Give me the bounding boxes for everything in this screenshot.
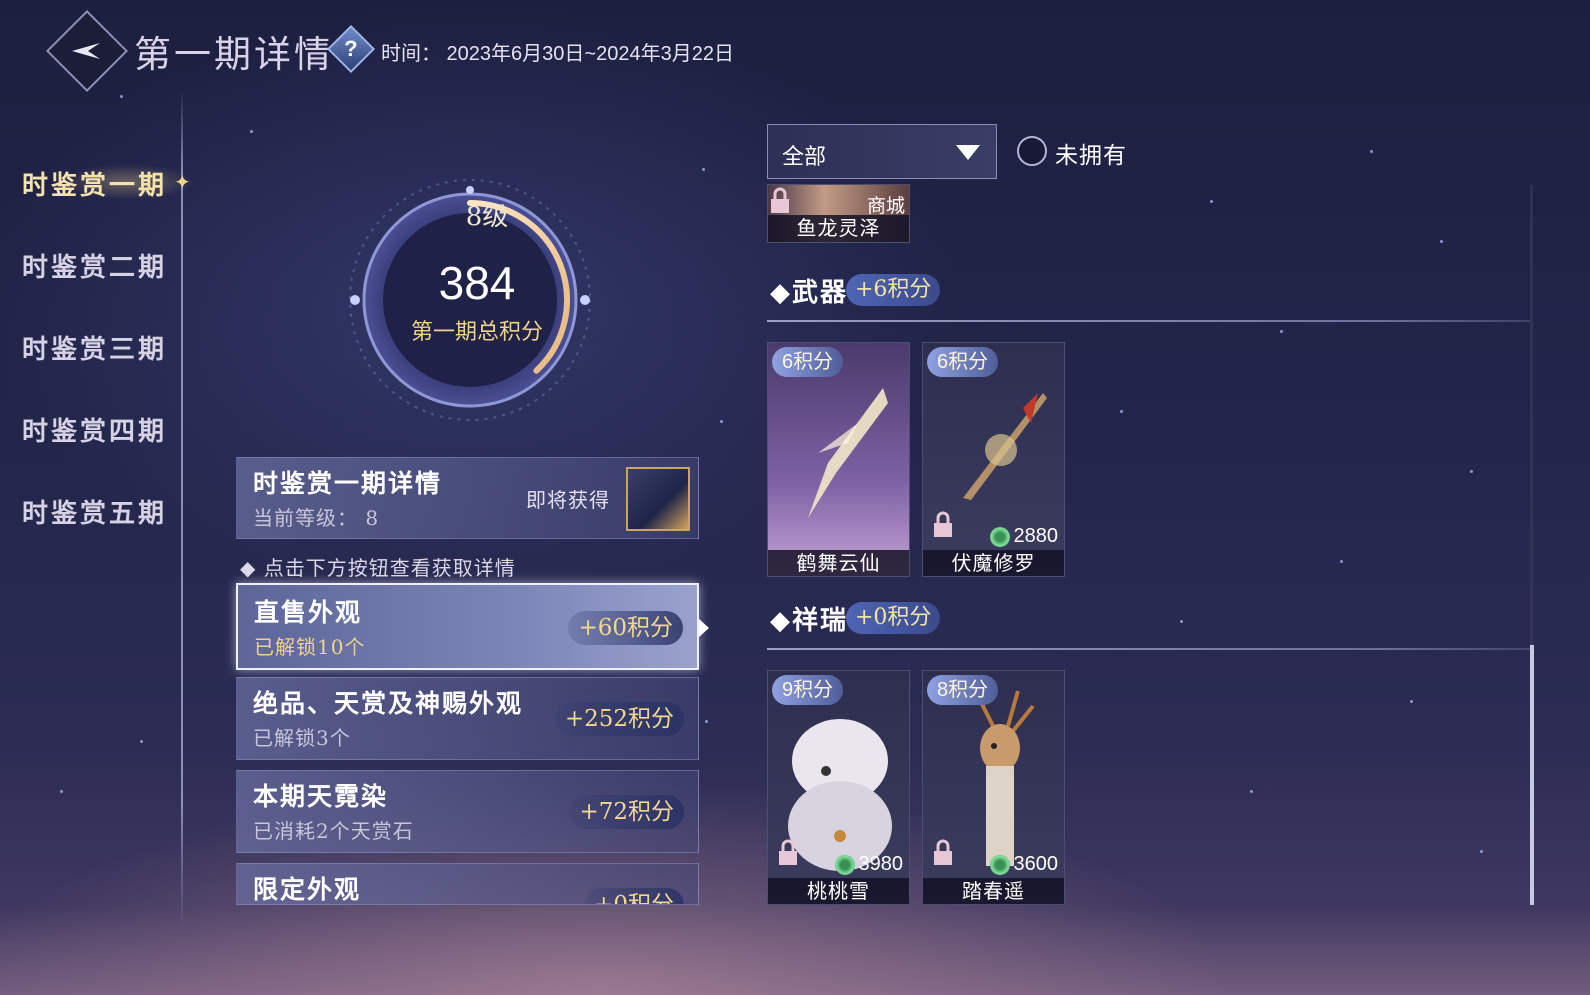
category-direct-sale[interactable]: 直售外观 已解锁10个 +60积分 — [236, 583, 699, 670]
item-price: 2880 — [989, 525, 1058, 548]
item-points: 6积分 — [772, 347, 844, 377]
item-name: 鹤舞云仙 — [768, 550, 909, 576]
category-title: 直售外观 — [254, 598, 363, 627]
current-level: 当前等级： 8 — [253, 506, 380, 530]
item-card-tachunyao[interactable]: 8积分 3600 踏春遥 — [922, 670, 1065, 905]
section-title-weapon: ◆武器 — [770, 278, 849, 308]
category-title: 限定外观 — [253, 875, 362, 904]
item-name: 踏春遥 — [923, 878, 1064, 904]
item-points: 8积分 — [927, 675, 999, 705]
page-title: 第一期详情 — [134, 33, 334, 76]
section-points-weapon: +6积分 — [846, 274, 941, 306]
category-sub: 已解锁10个 — [254, 635, 366, 659]
category-premium[interactable]: 绝品、天赏及神赐外观 已解锁3个 +252积分 — [236, 677, 699, 760]
section-divider — [767, 648, 1530, 650]
nav-divider — [181, 90, 183, 930]
level-label: 8级 — [465, 202, 509, 232]
unowned-label: 未拥有 — [1055, 143, 1127, 169]
lock-icon — [934, 511, 952, 537]
total-score: 384 — [438, 257, 516, 309]
item-name: 鱼龙灵泽 — [768, 215, 909, 242]
item-card-taotaoxue[interactable]: 9积分 3980 桃桃雪 — [767, 670, 910, 905]
hint-text: ◆ 点击下方按钮查看获取详情 — [240, 556, 516, 580]
category-dye[interactable]: 本期天霓染 已消耗2个天赏石 +72积分 — [236, 770, 699, 853]
item-card-fumoxiuluo[interactable]: 6积分 2880 伏魔修罗 — [922, 342, 1065, 577]
jade-currency-icon — [989, 854, 1010, 875]
item-price: 3600 — [989, 853, 1058, 876]
category-points: +72积分 — [569, 795, 684, 829]
nav-item-period-1[interactable]: 时鉴赏一期 — [22, 165, 167, 202]
scrollbar-thumb[interactable] — [1530, 645, 1534, 905]
dropdown-arrow-icon — [956, 145, 980, 160]
category-sub: 已解锁3个 — [253, 726, 351, 750]
category-title: 本期天霓染 — [253, 782, 389, 811]
category-points: +252积分 — [554, 702, 684, 736]
category-sub: 已消耗2个天赏石 — [253, 819, 414, 843]
unowned-radio[interactable] — [1017, 136, 1047, 166]
help-icon[interactable]: ? — [326, 24, 376, 74]
deer-image — [976, 690, 1035, 866]
active-marker-icon: ✦ — [174, 170, 191, 194]
category-points: +60积分 — [568, 611, 683, 645]
item-name: 伏魔修罗 — [923, 550, 1064, 576]
item-card-yulonglingze[interactable]: 商城 鱼龙灵泽 — [767, 184, 910, 243]
section-divider — [767, 320, 1530, 322]
time-range: 时间： 2023年6月30日~2024年3月22日 — [381, 43, 734, 65]
shop-tag: 商城 — [866, 195, 905, 217]
category-points: +0积分 — [584, 888, 684, 904]
total-score-label: 第一期总积分 — [410, 320, 543, 345]
nav-item-period-2[interactable]: 时鉴赏二期 — [22, 247, 167, 284]
jade-currency-icon — [834, 854, 855, 875]
back-arrow-icon — [72, 43, 100, 59]
filter-dropdown[interactable]: 全部 — [767, 124, 997, 179]
category-title: 绝品、天赏及神赐外观 — [253, 689, 524, 718]
nav-item-period-4[interactable]: 时鉴赏四期 — [22, 411, 167, 448]
selected-arrow-icon — [699, 619, 709, 637]
lock-icon — [771, 187, 789, 213]
back-button[interactable] — [45, 9, 129, 93]
weapon-image — [808, 388, 888, 518]
weapon-image — [963, 393, 1047, 500]
lock-icon — [779, 839, 797, 865]
filter-dropdown-value: 全部 — [782, 145, 827, 170]
nav-item-period-3[interactable]: 时鉴赏三期 — [22, 329, 167, 366]
item-card-hewuyunxian[interactable]: 6积分 鹤舞云仙 — [767, 342, 910, 577]
category-limited[interactable]: 限定外观 +0积分 — [236, 863, 699, 905]
upcoming-reward-image[interactable] — [626, 467, 690, 531]
jade-currency-icon — [989, 526, 1010, 547]
section-title-auspicious: ◆祥瑞 — [770, 606, 849, 636]
item-points: 6积分 — [927, 347, 999, 377]
item-price: 3980 — [834, 853, 903, 876]
bottom-glow — [0, 905, 1590, 995]
item-name: 桃桃雪 — [768, 878, 909, 904]
nav-item-period-5[interactable]: 时鉴赏五期 — [22, 493, 167, 530]
section-points-auspicious: +0积分 — [846, 602, 941, 634]
item-points: 9积分 — [772, 675, 844, 705]
upcoming-reward-label: 即将获得 — [526, 488, 610, 512]
lock-icon — [934, 839, 952, 865]
period-detail-title: 时鉴赏一期详情 — [253, 469, 443, 498]
